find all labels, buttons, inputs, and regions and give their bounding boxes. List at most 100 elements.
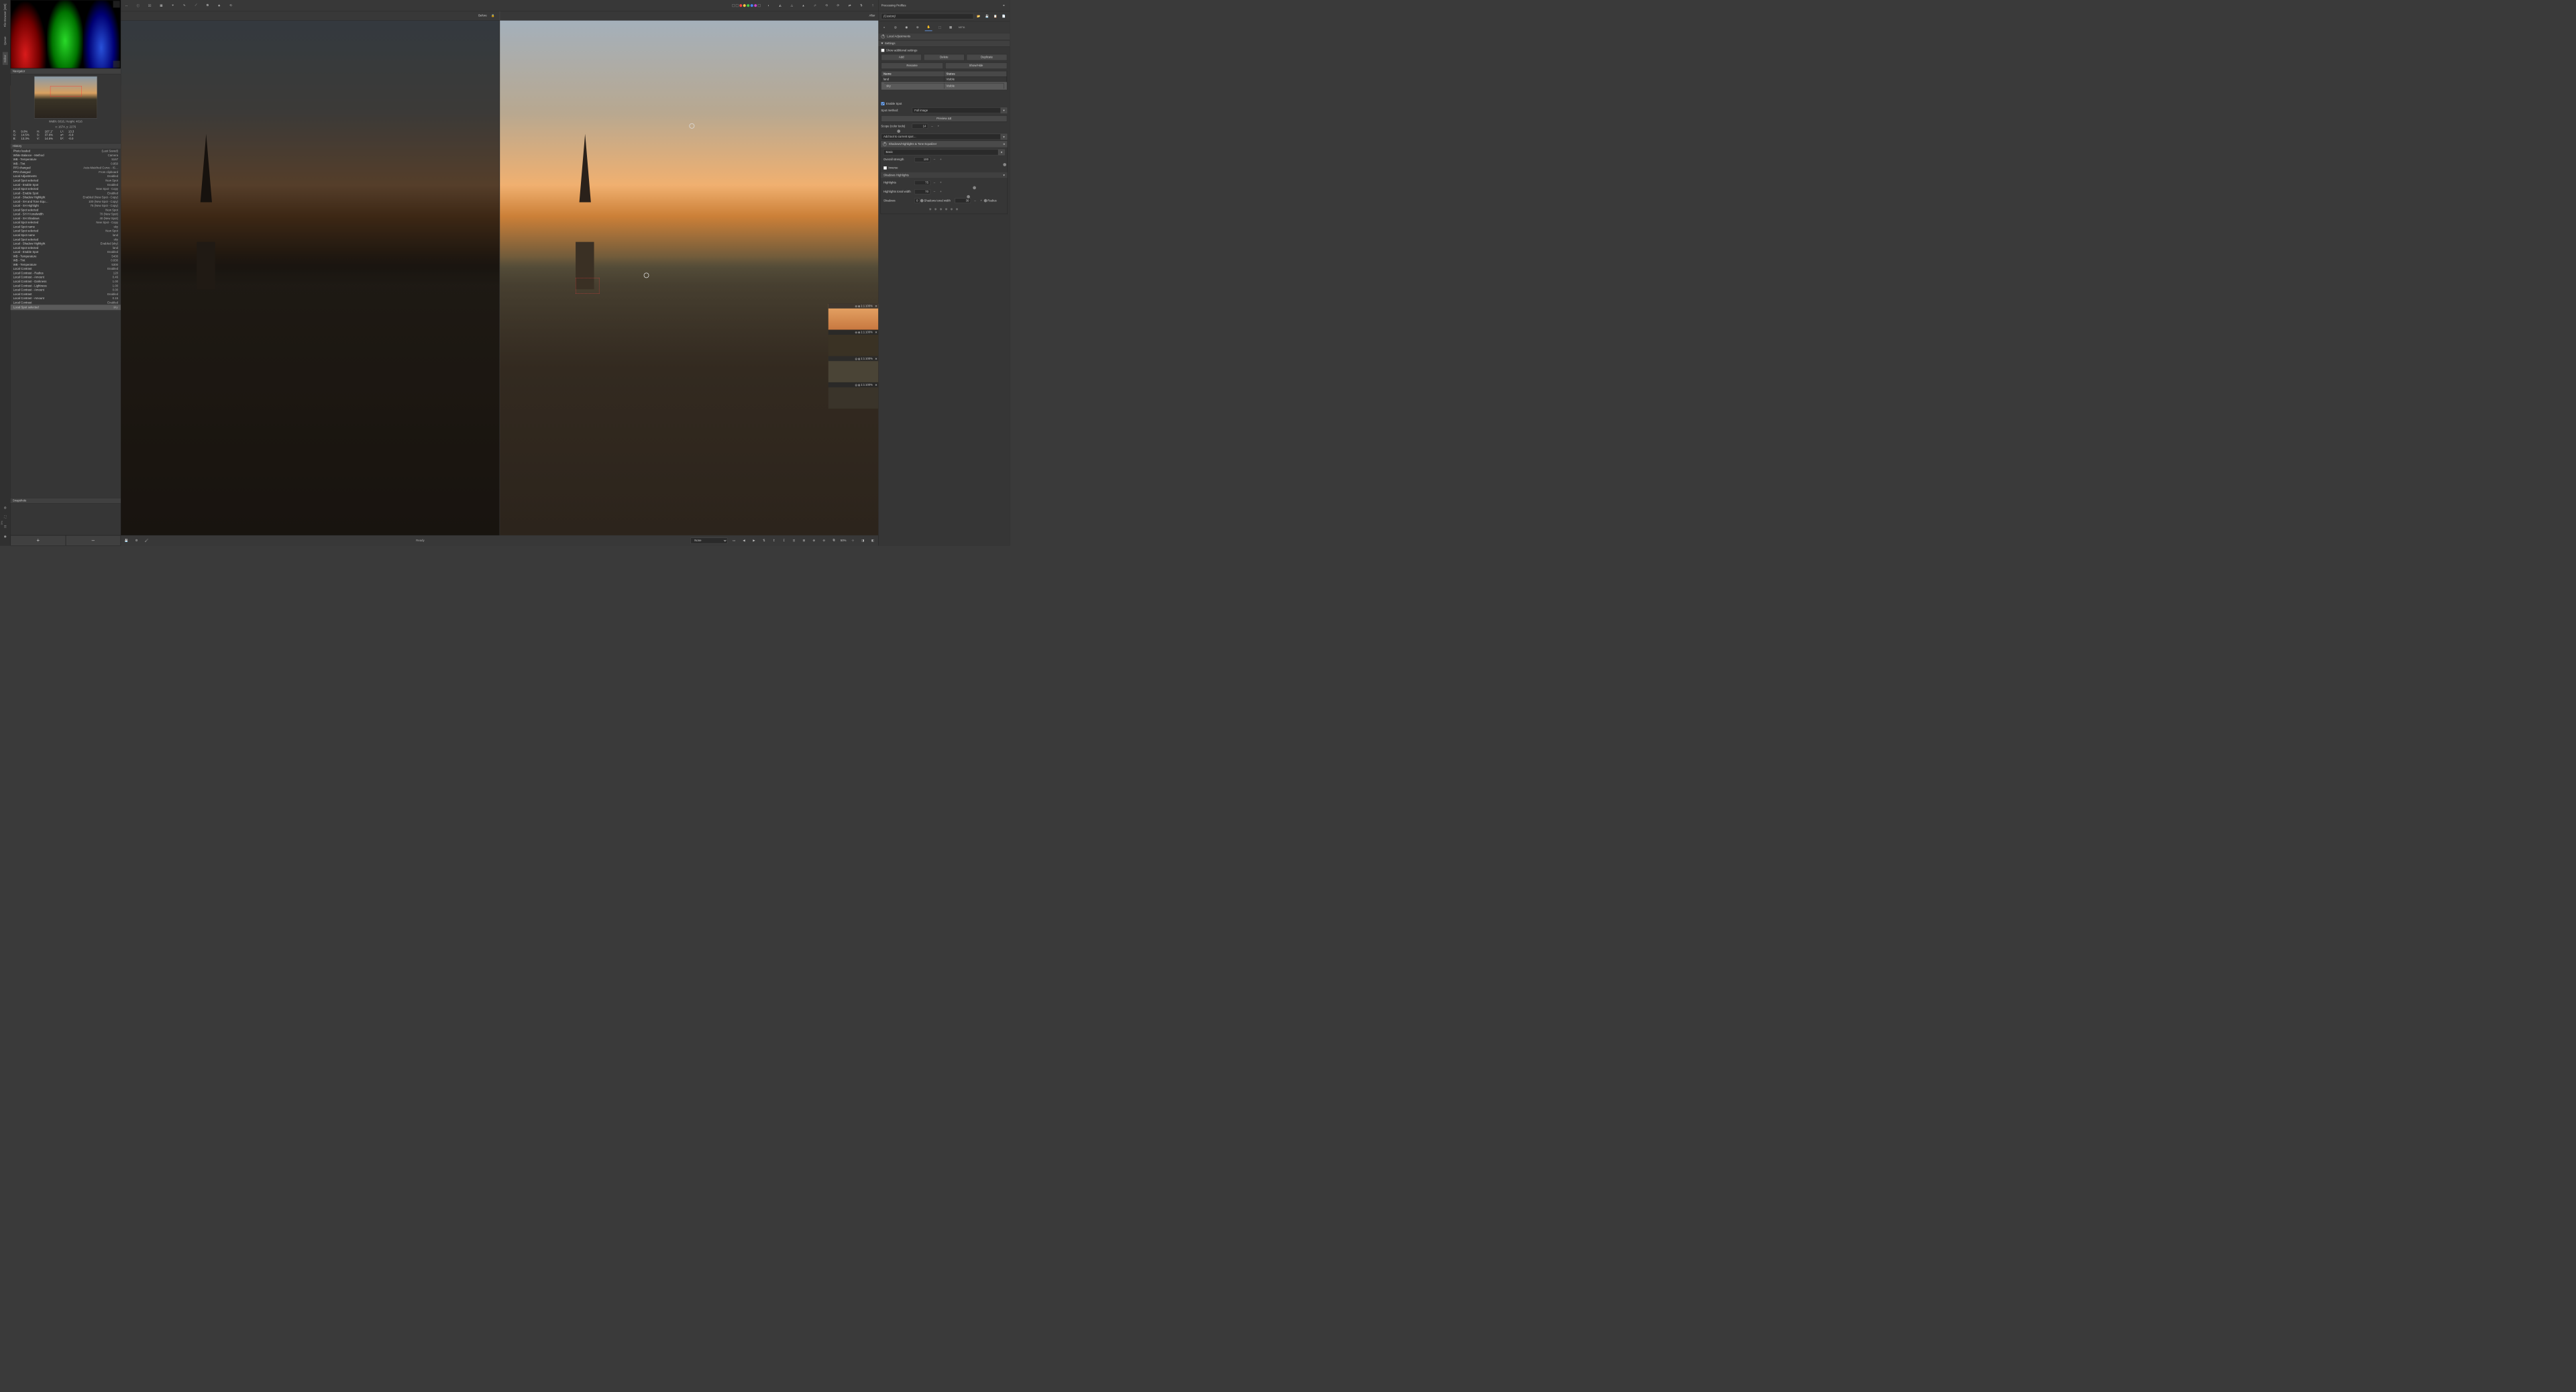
profile-select[interactable]: (Custom): [881, 13, 974, 19]
color-picker-icon[interactable]: ⌖: [169, 2, 176, 9]
zoom-in-icon[interactable]: ⊕: [810, 537, 817, 544]
histogram-mode-icon[interactable]: [113, 1, 120, 7]
snapshot-delete-button[interactable]: –: [66, 535, 121, 545]
sharpening-contrast-icon[interactable]: ◭: [777, 2, 784, 9]
tab-transform-icon[interactable]: ⬚: [936, 23, 943, 31]
gamut-icon[interactable]: ◐: [765, 2, 772, 9]
detail-window-4[interactable]: ⊖⊕1:1100%✕: [828, 382, 878, 409]
tab-queue[interactable]: Queue: [3, 34, 8, 48]
detail-window-3[interactable]: ⊖⊕1:1100%✕: [828, 356, 878, 382]
spot-row[interactable]: landVisible: [881, 76, 1007, 82]
enable-spot-checkbox[interactable]: Enable Spot: [881, 102, 1008, 105]
spot-row[interactable]: skyVisible: [881, 82, 1007, 89]
spot-add-button[interactable]: Add: [881, 54, 922, 60]
zoom-out-icon[interactable]: ⊖: [820, 537, 827, 544]
spot-duplicate-button[interactable]: Duplicate: [967, 54, 1007, 60]
profile-save-icon[interactable]: 💾: [983, 13, 990, 19]
zoom-in-icon[interactable]: ⊕: [858, 357, 861, 360]
wb-picker-icon[interactable]: ✎: [181, 2, 188, 9]
zoom-out-icon[interactable]: ⊖: [855, 357, 857, 360]
spot-rect[interactable]: [576, 278, 599, 294]
profile-load-icon[interactable]: 📂: [975, 13, 982, 19]
zoom-100-icon[interactable]: 1:1: [861, 384, 865, 387]
power-icon[interactable]: [883, 142, 886, 146]
lock-before-icon[interactable]: 🔒: [490, 12, 496, 19]
external-editor-icon[interactable]: 🖌: [143, 537, 150, 544]
history-list[interactable]: Photo loaded(Last Saved)White Balance - …: [11, 149, 121, 498]
history-row[interactable]: Local Spot selectedsky: [11, 305, 121, 310]
add-tool-select[interactable]: Add tool to current spot…▾: [881, 134, 1008, 140]
zoom-in-icon[interactable]: ⊕: [858, 305, 861, 308]
spot-table[interactable]: NameStatus landVisibleskyVisible: [881, 71, 1008, 90]
tab-local-icon[interactable]: ✋: [925, 23, 932, 31]
navigator-thumbnail[interactable]: [34, 76, 97, 119]
histogram[interactable]: [11, 0, 121, 68]
sh-mode-select[interactable]: Basic▾: [883, 150, 1005, 156]
snapshots-list[interactable]: [11, 504, 121, 535]
close-icon[interactable]: ✕: [875, 357, 877, 360]
hand-tool-icon[interactable]: ↔: [123, 2, 129, 9]
zoom-out-icon[interactable]: ⊖: [855, 305, 857, 308]
detail-window-2[interactable]: ⊖⊕1:1100%✕: [828, 330, 878, 356]
profile-paste-icon[interactable]: 📄: [1000, 13, 1007, 19]
rotate-cw-icon[interactable]: ⟳: [835, 2, 841, 9]
scope-slider[interactable]: Scope (color tools) 14–+: [881, 124, 1008, 129]
close-icon[interactable]: ✕: [875, 331, 877, 334]
crop-icon[interactable]: ⧉: [204, 2, 211, 9]
sync-icon[interactable]: ⇅: [761, 537, 767, 544]
info-icon[interactable]: ⓘ: [135, 2, 142, 9]
background-select[interactable]: None: [690, 537, 727, 543]
before-after-icon[interactable]: ▯▯: [146, 2, 153, 9]
tab-advanced-icon[interactable]: ⊚: [914, 23, 921, 31]
next-image-icon[interactable]: ▶: [751, 537, 757, 544]
flip-h-icon[interactable]: ⇄: [846, 2, 853, 9]
zoom-100-icon[interactable]: 1:1: [861, 305, 865, 308]
navigator-viewport[interactable]: [50, 86, 82, 97]
tab-color-icon[interactable]: ◉: [903, 23, 910, 31]
tab-editor[interactable]: Editor: [3, 52, 8, 64]
straighten-icon[interactable]: ⟋: [193, 2, 199, 9]
luminosity-icon[interactable]: ⬀: [812, 2, 818, 9]
new-detail-icon[interactable]: ⧉: [830, 537, 837, 544]
preview-de-button[interactable]: Preview ΔE: [881, 115, 1008, 121]
zoom-fit-icon[interactable]: ⊡: [790, 537, 797, 544]
zoom-out-icon[interactable]: ⊖: [855, 383, 857, 386]
spot-delete-button[interactable]: Delete: [924, 54, 964, 60]
nav-down-icon[interactable]: ↧: [780, 537, 787, 544]
image-viewer[interactable]: ⊖⊕1:1100%✕ ⊖⊕1:1100%✕ ⊖⊕1:1100%✕ ⊖⊕1:110…: [121, 21, 878, 535]
fullscreen-icon[interactable]: ⛶: [3, 515, 8, 520]
zoom-100-icon[interactable]: ⊞: [800, 537, 807, 544]
prev-image-icon[interactable]: ◀: [741, 537, 747, 544]
spot-rename-button[interactable]: Rename: [881, 62, 943, 68]
sort-icon[interactable]: ⊺: [869, 2, 876, 9]
shadow-clip-icon[interactable]: ▲: [800, 2, 806, 9]
zoom-100-icon[interactable]: 1:1: [861, 357, 865, 360]
detail-windows-icon[interactable]: ▦: [158, 2, 164, 9]
perspective-icon[interactable]: ◈: [215, 2, 222, 9]
crosshair-icon[interactable]: ⊹: [849, 537, 856, 544]
zoom-in-icon[interactable]: ⊕: [858, 383, 861, 386]
spot-sky[interactable]: [689, 123, 694, 129]
nav-up-icon[interactable]: ↥: [771, 537, 777, 544]
histogram-opts-icon[interactable]: [113, 61, 120, 68]
flip-v-icon[interactable]: ⇅: [858, 2, 865, 9]
highlight-clip-icon[interactable]: △: [788, 2, 795, 9]
close-icon[interactable]: ✕: [875, 305, 877, 308]
after-pane[interactable]: ⊖⊕1:1100%✕ ⊖⊕1:1100%✕ ⊖⊕1:1100%✕ ⊖⊕1:110…: [500, 21, 878, 535]
rotate-icon[interactable]: ⟲: [227, 2, 234, 9]
detail-window-1[interactable]: ⊖⊕1:1100%✕: [828, 304, 878, 330]
preferences-icon[interactable]: ☰: [3, 524, 8, 529]
sh-panel-header[interactable]: Shadows/Highlights & Tone Equalizer ✕: [881, 141, 1008, 147]
spot-showhide-button[interactable]: Show/Hide: [945, 62, 1007, 68]
sh-subheader[interactable]: Shadows Highlights▾: [881, 172, 1008, 178]
close-icon[interactable]: ✕: [1003, 142, 1006, 146]
toggle-left-panel-icon[interactable]: ◧: [869, 537, 876, 544]
profile-mode-icon[interactable]: ≡: [1000, 2, 1007, 9]
rotate-ccw-icon[interactable]: ⟲: [823, 2, 830, 9]
spot-method-select[interactable]: Full image▾: [912, 107, 1008, 113]
snapshot-add-button[interactable]: +: [11, 535, 66, 545]
settings-expander[interactable]: Settings: [879, 40, 1010, 46]
tab-raw-icon[interactable]: ▦: [947, 23, 955, 31]
spot-land[interactable]: [644, 272, 649, 278]
power-icon[interactable]: [881, 35, 885, 38]
